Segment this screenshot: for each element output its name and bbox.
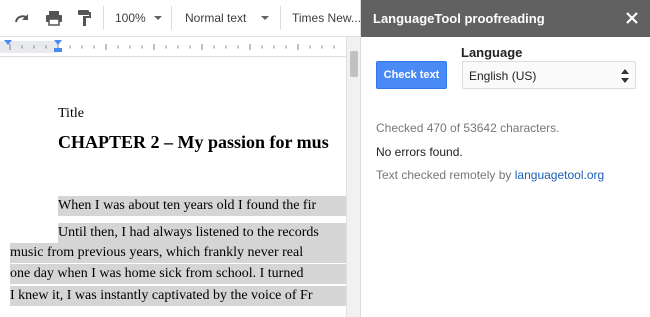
doc-line: I knew it, I was instantly captivated by…: [10, 286, 346, 306]
language-label: Language: [461, 45, 523, 60]
doc-title-label: Title: [58, 106, 84, 121]
checked-status: Checked 470 of 53642 characters.: [376, 121, 560, 135]
doc-line: one day when I was home sick from school…: [10, 264, 346, 284]
remote-check-note: Text checked remotely by languagetool.or…: [376, 168, 604, 182]
languagetool-link[interactable]: languagetool.org: [515, 168, 604, 182]
document-scrollbar[interactable]: [346, 37, 360, 317]
doc-line: music from previous years, which frankly…: [10, 243, 346, 263]
languagetool-sidebar: LanguageTool proofreading Language Check…: [360, 0, 650, 317]
document-page[interactable]: Title CHAPTER 2 – My passion for mus Whe…: [0, 58, 346, 317]
doc-line: Until then, I had always listened to the…: [58, 223, 346, 243]
docs-toolbar: 100% Normal text Times New...: [0, 0, 360, 37]
style-value: Normal text: [185, 11, 247, 25]
select-arrows-icon: [621, 69, 629, 83]
paint-format-icon[interactable]: [72, 7, 96, 29]
toolbar-divider: [280, 6, 281, 30]
remote-prefix: Text checked remotely by: [376, 168, 512, 182]
toolbar-divider: [103, 6, 104, 30]
chevron-down-icon: [261, 16, 270, 20]
ruler-marks: [0, 40, 335, 53]
sidebar-header: LanguageTool proofreading: [361, 0, 650, 37]
chevron-down-icon: [153, 16, 162, 20]
language-select-value: English (US): [469, 69, 537, 83]
no-errors-message: No errors found.: [376, 145, 463, 159]
ruler[interactable]: [0, 37, 346, 57]
check-text-button[interactable]: Check text: [376, 61, 447, 89]
doc-line: When I was about ten years old I found t…: [58, 196, 346, 216]
close-icon[interactable]: [623, 9, 641, 27]
zoom-value: 100%: [115, 11, 146, 25]
print-icon[interactable]: [42, 7, 66, 29]
language-select[interactable]: English (US): [462, 61, 636, 89]
font-value: Times New...: [292, 11, 360, 25]
ruler-indent-marker: [54, 48, 62, 52]
toolbar-divider: [171, 6, 172, 30]
docs-editor: 100% Normal text Times New... Title CHAP…: [0, 0, 360, 317]
sidebar-title: LanguageTool proofreading: [373, 11, 545, 26]
redo-icon[interactable]: [10, 7, 34, 29]
style-select[interactable]: Normal text: [185, 7, 270, 29]
font-select[interactable]: Times New...: [292, 7, 360, 29]
scrollbar-thumb[interactable]: [350, 51, 358, 77]
zoom-select[interactable]: 100%: [115, 7, 162, 29]
doc-heading: CHAPTER 2 – My passion for mus: [58, 132, 329, 152]
